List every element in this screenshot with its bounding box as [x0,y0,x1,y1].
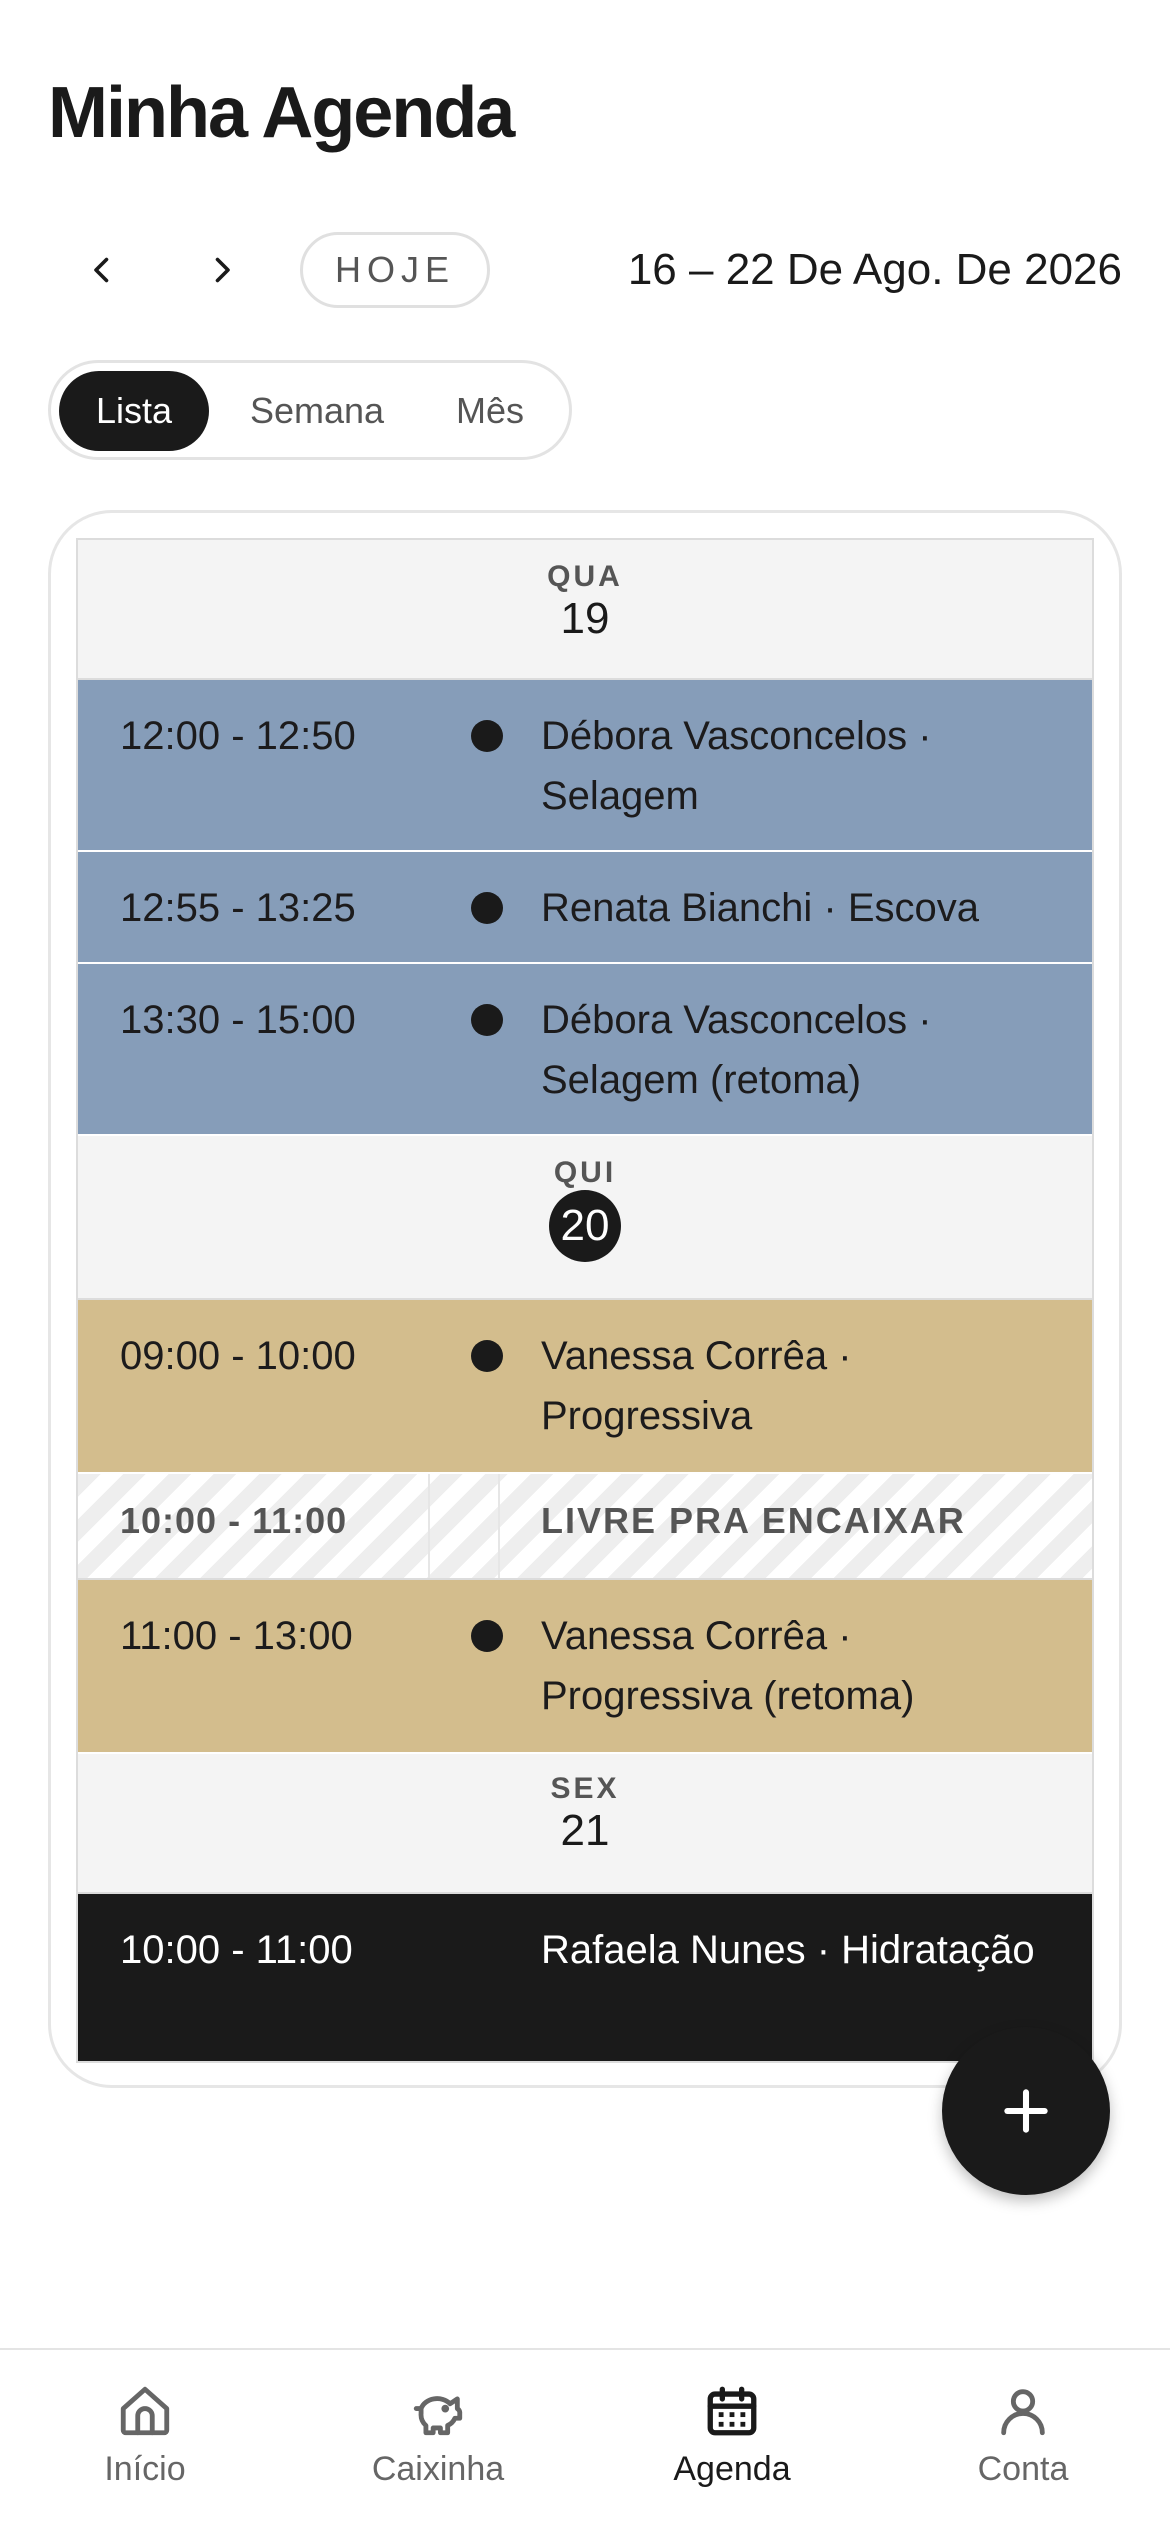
appointment-description: Renata Bianchi · Escova [541,886,980,930]
appointment-description: Débora Vasconcelos · Selagem (retoma) [541,998,932,1102]
day-header-fri: SEX 21 [78,1754,1092,1894]
nav-item-label: Caixinha [371,2450,505,2488]
nav-item-label: Agenda [673,2450,791,2488]
date-range-label: 16 – 22 De Ago. De 2026 [627,245,1122,294]
appointment-time: 12:00 - 12:50 [120,714,356,758]
status-dot-icon [471,1004,503,1036]
appointment-time: 09:00 - 10:00 [120,1334,356,1378]
free-slot-separator [428,1474,500,1578]
free-slot-label: LIVRE PRA ENCAIXAR [541,1500,966,1541]
chevron-left-icon [94,257,109,283]
view-toggle: Lista Semana Mês [48,360,572,460]
date-navigation: HOJE 16 – 22 De Ago. De 2026 [0,228,1170,312]
nav-item-label: Início [104,2450,186,2488]
appointment-description: Débora Vasconcelos · Selagem [541,714,932,818]
status-dot-icon [471,1340,503,1372]
home-icon [120,2386,170,2436]
today-day-number: 20 [549,1190,621,1262]
user-icon [1001,2389,1045,2436]
piggy-bank-icon [413,2396,463,2436]
appointment-item[interactable]: 12:55 - 13:25 Renata Bianchi · Escova [78,852,1092,964]
appointment-description: Vanessa Corrêa · Progressiva (retoma) [541,1614,915,1718]
status-dot-icon [471,1620,503,1652]
day-abbr: SEX [550,1772,620,1805]
appointment-item[interactable]: 10:00 - 11:00 Rafaela Nunes · Hidratação [78,1894,1092,2061]
add-appointment-button[interactable] [942,2027,1110,2195]
day-header-wed: QUA 19 [78,540,1092,680]
day-number: 21 [560,1806,610,1855]
view-week-tab[interactable]: Semana [229,371,405,451]
agenda-list: QUA 19 12:00 - 12:50 Débora Vasconcelos … [76,538,1094,2063]
appointment-item[interactable]: 12:00 - 12:50 Débora Vasconcelos · Selag… [78,680,1092,852]
appointment-item[interactable]: 13:30 - 15:00 Débora Vasconcelos · Selag… [78,964,1092,1136]
nav-item-caixinha[interactable]: Caixinha [313,2382,563,2489]
appointment-item[interactable]: 09:00 - 10:00 Vanessa Corrêa · Progressi… [78,1300,1092,1474]
day-abbr: QUI [553,1156,617,1189]
appointment-description: Vanessa Corrêa · Progressiva [541,1334,852,1438]
appointment-time: 11:00 - 13:00 [120,1614,353,1658]
nav-item-conta[interactable]: Conta [898,2382,1148,2489]
plus-icon [1004,2089,1048,2133]
appointment-time: 10:00 - 11:00 [120,1928,353,1972]
today-button[interactable]: HOJE [300,232,490,308]
nav-item-label: Conta [977,2450,1069,2488]
next-week-button[interactable] [194,242,250,298]
day-header-thu: QUI 20 [78,1136,1092,1300]
nav-item-agenda[interactable]: Agenda [607,2382,857,2489]
bottom-navigation: Início Caixinha Agenda Conta [0,2348,1170,2532]
free-slot[interactable]: 10:00 - 11:00 LIVRE PRA ENCAIXAR [78,1474,1092,1580]
day-abbr: QUA [547,560,623,593]
free-slot-time: 10:00 - 11:00 [120,1500,348,1541]
day-number: 19 [560,594,610,643]
appointment-time: 12:55 - 13:25 [120,886,356,930]
view-list-tab[interactable]: Lista [59,371,209,451]
status-dot-icon [471,720,503,752]
view-month-tab[interactable]: Mês [425,371,555,451]
appointment-item[interactable]: 11:00 - 13:00 Vanessa Corrêa · Progressi… [78,1580,1092,1754]
calendar-icon [707,2386,757,2436]
status-dot-icon [471,892,503,924]
nav-item-inicio[interactable]: Início [20,2382,270,2489]
agenda-card: QUA 19 12:00 - 12:50 Débora Vasconcelos … [48,510,1122,2088]
appointment-time: 13:30 - 15:00 [120,998,356,1042]
chevron-right-icon [215,257,230,283]
page-title: Minha Agenda [48,73,515,153]
appointment-description: Rafaela Nunes · Hidratação [541,1928,1035,1972]
previous-week-button[interactable] [74,242,130,298]
